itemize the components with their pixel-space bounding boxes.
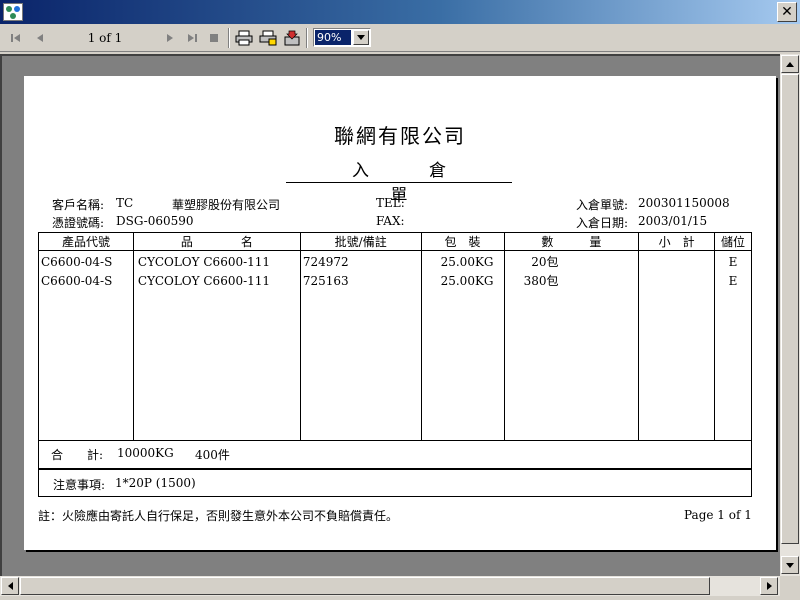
window-titlebar: ✕ (0, 0, 800, 24)
app-icon (3, 3, 23, 21)
notes-value: 1*20P (1500) (115, 476, 196, 490)
item-pack: 25.00KG (440, 255, 494, 269)
fax-label: FAX: (376, 214, 405, 228)
total-pieces: 400件 (195, 448, 230, 462)
item-lot: 724972 (302, 255, 349, 269)
customer-name: 華塑膠股份有限公司 (172, 198, 281, 212)
title-char: 入 (352, 161, 369, 181)
window-bottom-edge (0, 596, 780, 600)
item-quantity: 380包 (523, 274, 559, 288)
next-page-button[interactable] (160, 28, 180, 48)
total-row: 合 計: 10000KG 400件 (38, 440, 752, 469)
scroll-right-button[interactable] (760, 577, 778, 595)
page-number: Page 1 of 1 (684, 508, 752, 522)
scrollbar-corner (780, 576, 800, 600)
column-header: 品 名 (132, 232, 301, 251)
export-button[interactable] (282, 28, 302, 48)
last-page-icon (188, 34, 197, 42)
item-location: E (728, 255, 738, 269)
export-icon (284, 30, 300, 46)
item-name: CYCOLOY C6600-111 (137, 274, 271, 288)
toolbar-separator (228, 28, 230, 48)
total-weight: 10000KG (117, 446, 174, 460)
column-header: 小 計 (638, 232, 716, 251)
vertical-scroll-thumb[interactable] (781, 74, 799, 544)
printer-icon (235, 30, 253, 46)
title-char: 倉 (429, 161, 446, 181)
zoom-value: 90% (315, 30, 351, 45)
scroll-up-button[interactable] (781, 55, 799, 73)
first-page-icon (11, 34, 20, 42)
arrow-right-icon (766, 582, 772, 590)
arrow-down-icon (786, 562, 794, 568)
title-underline (286, 182, 512, 183)
order-number: 200301150008 (638, 196, 730, 210)
viewer-toolbar: 1 of 1 90% (0, 24, 800, 52)
prev-page-icon (37, 34, 43, 42)
item-quantity: 20包 (531, 255, 559, 269)
item-lot: 725163 (302, 274, 349, 288)
total-label: 合 計: (51, 448, 104, 462)
arrow-left-icon (7, 582, 13, 590)
next-page-icon (167, 34, 173, 42)
print-button[interactable] (234, 28, 254, 48)
insurance-note: 註：火險應由寄託人自行保足，否則發生意外本公司不負賠償責任。 (38, 509, 399, 523)
lot-cell: 724972 725163 (299, 250, 422, 441)
toolbar-separator (306, 28, 308, 48)
notes-label: 注意事項: (53, 478, 106, 492)
customer-label: 客戶名稱: (52, 198, 105, 212)
column-header: 數 量 (503, 232, 640, 251)
stop-button[interactable] (204, 28, 224, 48)
voucher-number: DSG-060590 (116, 214, 194, 228)
scroll-left-button[interactable] (1, 577, 19, 595)
column-header: 批號/備註 (299, 232, 422, 251)
zoom-dropdown-button[interactable] (353, 30, 369, 45)
table-header-row: 產品代號 品 名 批號/備註 包 裝 數 量 小 計 儲位 (38, 232, 752, 251)
location-cell: E E (714, 250, 752, 441)
customer-code: TC (116, 196, 134, 210)
entry-date: 2003/01/15 (638, 214, 708, 228)
items-table: 產品代號 品 名 批號/備註 包 裝 數 量 小 計 儲位 C6600-04-S… (38, 232, 752, 441)
qty-cell: 20包 380包 (503, 250, 640, 441)
item-location: E (728, 274, 738, 288)
horizontal-scroll-thumb[interactable] (20, 577, 710, 595)
item-pack: 25.00KG (440, 274, 494, 288)
item-name: CYCOLOY C6600-111 (137, 255, 271, 269)
zoom-select[interactable]: 90% (313, 28, 371, 47)
vertical-scrollbar[interactable] (780, 54, 800, 576)
name-cell: CYCOLOY C6600-111 CYCOLOY C6600-111 (132, 250, 301, 441)
report-viewport: 聯網有限公司 入倉單 客戶名稱: TC 華塑膠股份有限公司 憑證號碼: DSG-… (0, 54, 780, 576)
table-row: C6600-04-S C6600-04-S CYCOLOY C6600-111 … (38, 250, 752, 441)
pack-cell: 25.00KG 25.00KG (420, 250, 505, 441)
scroll-down-button[interactable] (781, 556, 799, 574)
page-indicator: 1 of 1 (87, 31, 123, 45)
chevron-down-icon (357, 35, 365, 40)
prev-page-button[interactable] (30, 28, 50, 48)
order-label: 入倉單號: (576, 198, 629, 212)
tel-label: TEL: (376, 196, 405, 210)
arrow-up-icon (786, 61, 794, 67)
print-setup-button[interactable] (258, 28, 278, 48)
company-name: 聯網有限公司 (334, 124, 466, 148)
printer-setup-icon (259, 30, 277, 46)
voucher-label: 憑證號碼: (52, 216, 105, 230)
item-code: C6600-04-S (41, 274, 113, 288)
column-header: 產品代號 (38, 232, 134, 251)
column-header: 儲位 (714, 232, 752, 251)
code-cell: C6600-04-S C6600-04-S (38, 250, 134, 441)
notes-row: 注意事項: 1*20P (1500) (38, 469, 752, 497)
date-label: 入倉日期: (576, 216, 629, 230)
stop-icon (210, 34, 218, 42)
column-header: 包 裝 (420, 232, 505, 251)
subtotal-cell (638, 250, 716, 441)
item-code: C6600-04-S (41, 255, 113, 269)
horizontal-scrollbar[interactable] (0, 576, 780, 596)
first-page-button[interactable] (6, 28, 26, 48)
last-page-button[interactable] (182, 28, 202, 48)
close-button[interactable]: ✕ (777, 2, 797, 22)
report-page: 聯網有限公司 入倉單 客戶名稱: TC 華塑膠股份有限公司 憑證號碼: DSG-… (24, 76, 776, 550)
